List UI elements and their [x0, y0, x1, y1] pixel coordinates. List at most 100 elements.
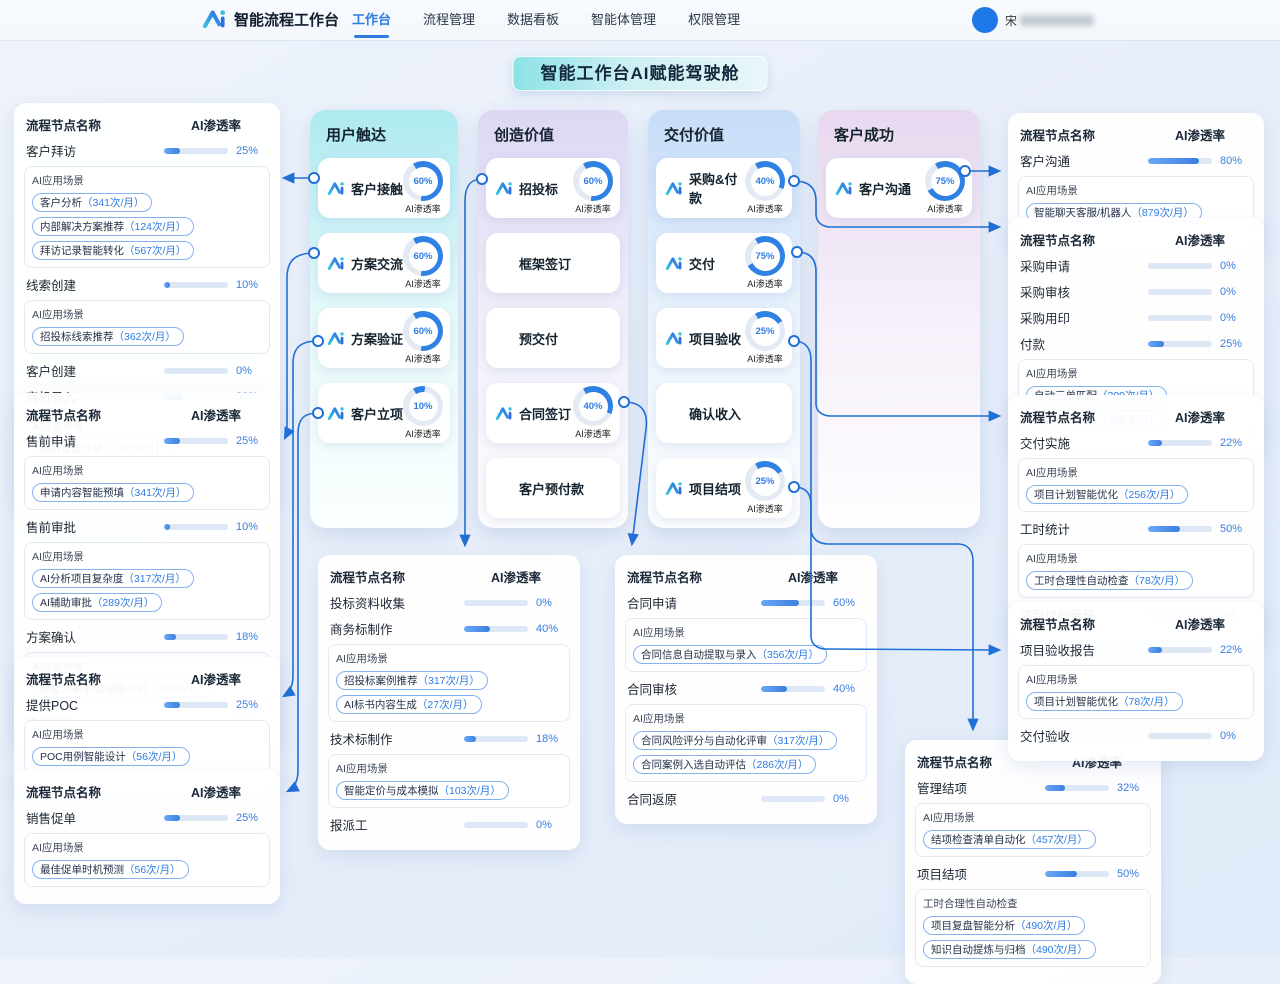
panel-header: 流程节点名称AI渗透率	[26, 115, 268, 134]
col-node-name: 流程节点名称	[1020, 614, 1148, 633]
ai-rate-bar: 0%	[1148, 312, 1252, 324]
progress-fill	[1148, 647, 1162, 653]
rate-value: 25%	[236, 145, 264, 157]
scenario-label: AI应用场景	[32, 307, 262, 322]
process-card[interactable]: 合同签订40%AI渗透率	[486, 383, 620, 443]
node-row: 客户拜访25%	[26, 141, 268, 160]
process-card[interactable]: 方案交流60%AI渗透率	[318, 233, 450, 293]
node-name: 销售促单	[26, 808, 164, 827]
node-row: 提供POC25%	[26, 695, 268, 714]
node-name: 交付实施	[1020, 433, 1148, 452]
scenario-chips: 客户分析（341次/月）内部解决方案推荐（124次/月）拜访记录智能转化（567…	[32, 193, 262, 260]
ai-rate-bar: 0%	[1148, 260, 1252, 272]
scenario-chip: POC用例智能设计（56次/月）	[32, 747, 190, 766]
scenario-chips: 招投标线索推荐（362次/月）	[32, 327, 262, 346]
process-card-name: 客户接触	[351, 179, 403, 198]
donut-value: 75%	[751, 242, 780, 271]
progress-track	[164, 282, 228, 288]
process-card[interactable]: 客户沟通75%AI渗透率	[826, 158, 972, 218]
node-name: 采购用印	[1020, 308, 1148, 327]
ai-rate-donut: 75% AI渗透率	[745, 236, 785, 290]
progress-track	[464, 736, 528, 742]
ai-node-icon	[327, 405, 346, 422]
process-card[interactable]: 采购&付款40%AI渗透率	[656, 158, 792, 218]
process-card[interactable]: 项目验收25%AI渗透率	[656, 308, 792, 368]
node-name: 管理结项	[917, 778, 1045, 797]
node-name: 工时统计	[1020, 519, 1148, 538]
progress-track	[761, 796, 825, 802]
donut-label: AI渗透率	[405, 427, 441, 440]
ai-rate-bar: 0%	[761, 793, 865, 805]
node-name: 报派工	[330, 815, 464, 834]
col-node-name: 流程节点名称	[26, 782, 164, 801]
user-account[interactable]: 宋	[972, 7, 1094, 33]
ai-rate-donut: 60%AI渗透率	[403, 311, 443, 365]
nav-tab-item[interactable]: 数据看板	[507, 0, 559, 40]
process-card-name: 方案验证	[351, 329, 403, 348]
col-ai-rate: AI渗透率	[164, 782, 268, 801]
process-card[interactable]: 方案验证60%AI渗透率	[318, 308, 450, 368]
chip-count: （341次/月）	[82, 197, 144, 209]
progress-track	[761, 600, 825, 606]
node-name: 方案确认	[26, 627, 164, 646]
node-row: 技术标制作18%	[330, 729, 568, 748]
donut-chart: 25%	[745, 461, 785, 501]
stage-column: 创造价值招投标60%AI渗透率框架签订预交付合同签订40%AI渗透率客户预付款	[478, 110, 628, 528]
node-name: 交付验收	[1020, 726, 1148, 745]
col-ai-rate: AI渗透率	[1148, 407, 1252, 426]
col-node-name: 流程节点名称	[1020, 407, 1148, 426]
node-row: 采购用印0%	[1020, 308, 1252, 327]
scenario-chip: 智能定价与成本模拟（103次/月）	[336, 781, 509, 800]
process-card[interactable]: 预交付	[486, 308, 620, 368]
scenario-box: AI应用场景招投标线索推荐（362次/月）	[24, 300, 270, 354]
top-nav-bar: 智能流程工作台 工作台流程管理数据看板智能体管理权限管理 宋	[0, 0, 1280, 40]
nav-tab-item[interactable]: 智能体管理	[591, 0, 656, 40]
process-card[interactable]: 交付75%AI渗透率	[656, 233, 792, 293]
scenario-label: AI应用场景	[32, 173, 262, 188]
donut-value: 60%	[579, 167, 608, 196]
nav-tab-item[interactable]: 权限管理	[688, 0, 740, 40]
donut-chart: 60%	[403, 161, 443, 201]
chip-count: （78次/月）	[1129, 575, 1186, 587]
scenario-label: AI应用场景	[1026, 183, 1246, 198]
progress-fill	[1148, 158, 1199, 164]
progress-fill	[1045, 871, 1077, 877]
scenario-chip: 申请内容智能预填（341次/月）	[32, 483, 194, 502]
panel-header: 流程节点名称AI渗透率	[26, 669, 268, 688]
process-card[interactable]: 客户立项10%AI渗透率	[318, 383, 450, 443]
rate-value: 22%	[1220, 644, 1248, 656]
progress-fill	[164, 148, 180, 154]
scenario-chip: 内部解决方案推荐（124次/月）	[32, 217, 194, 236]
progress-fill	[164, 524, 170, 530]
nav-tab-active[interactable]: 工作台	[352, 0, 391, 40]
ai-node-icon	[327, 255, 346, 272]
process-card[interactable]: 确认收入	[656, 383, 792, 443]
progress-track	[164, 702, 228, 708]
nav-tab-item[interactable]: 流程管理	[423, 0, 475, 40]
process-card[interactable]: 框架签订	[486, 233, 620, 293]
node-row: 售前申请25%	[26, 431, 268, 450]
stage-title: 用户触达	[326, 124, 442, 145]
avatar[interactable]	[972, 7, 998, 33]
rate-value: 0%	[1220, 286, 1248, 298]
process-card-name: 框架签订	[519, 254, 613, 273]
progress-track	[464, 822, 528, 828]
process-card-name: 客户沟通	[859, 179, 925, 198]
dashboard-page: { "header": { "logo_text": "智能流程工作台", "n…	[0, 0, 1280, 957]
node-name: 投标资料收集	[330, 593, 464, 612]
donut-label: AI渗透率	[747, 277, 783, 290]
process-card[interactable]: 客户预付款	[486, 458, 620, 518]
donut-label: AI渗透率	[747, 352, 783, 365]
panel-header: 流程节点名称AI渗透率	[330, 567, 568, 586]
scenario-chip: AI分析项目复杂度（317次/月）	[32, 569, 194, 588]
ai-rate-bar: 10%	[164, 279, 268, 291]
node-name: 客户沟通	[1020, 151, 1148, 170]
process-card[interactable]: 客户接触60%AI渗透率	[318, 158, 450, 218]
process-card[interactable]: 招投标60%AI渗透率	[486, 158, 620, 218]
scenario-box: AI应用场景招投标案例推荐（317次/月）AI标书内容生成（27次/月）	[328, 644, 570, 722]
ai-logo-icon	[202, 7, 228, 31]
progress-track	[1148, 289, 1212, 295]
process-card[interactable]: 项目结项25%AI渗透率	[656, 458, 792, 518]
node-name: 合同审核	[627, 679, 761, 698]
process-card-name: 预交付	[519, 329, 613, 348]
